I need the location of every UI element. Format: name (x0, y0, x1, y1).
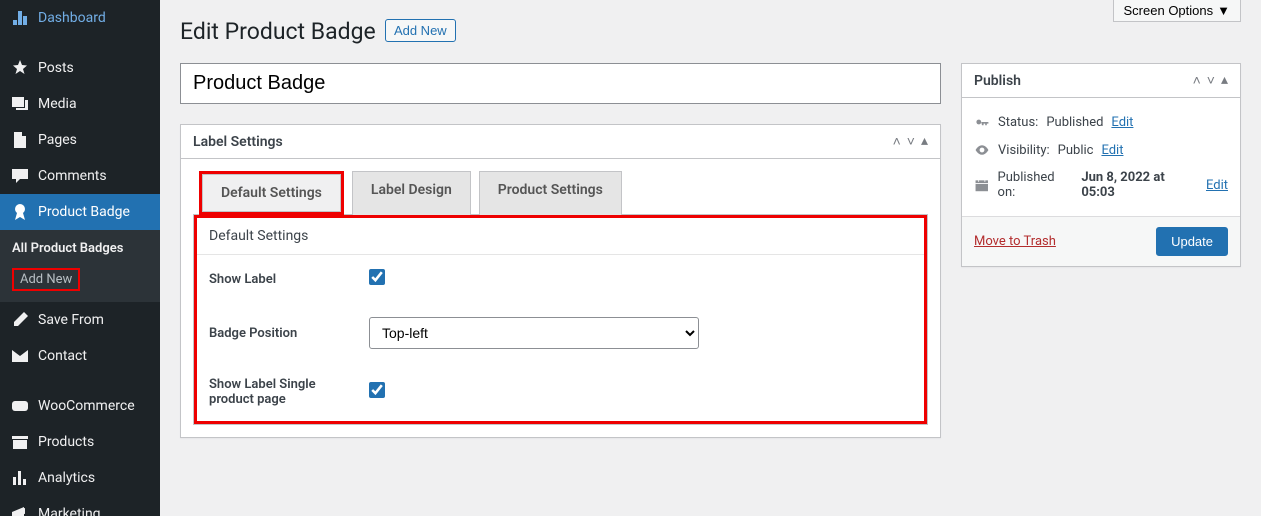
show-label-label: Show Label (209, 272, 349, 287)
label-settings-box: Label Settings ˄ ˅ ▴ Default Settings La… (180, 124, 941, 438)
post-title-input[interactable] (180, 63, 941, 104)
status-value: Published (1046, 115, 1103, 130)
sidebar-label: Media (38, 96, 77, 112)
sidebar-label: Contact (38, 348, 87, 364)
published-row: Published on: Jun 8, 2022 at 05:03 Edit (974, 164, 1228, 206)
tab-default-highlight: Default Settings (199, 171, 344, 215)
chevron-down-icon: ▼ (1217, 3, 1230, 18)
badge-position-select[interactable]: Top-left (369, 317, 699, 349)
chevron-up-icon[interactable]: ˄ (1193, 72, 1201, 89)
sidebar-item-marketing[interactable]: Marketing (0, 496, 160, 516)
calendar-icon (974, 177, 990, 193)
sidebar-item-contact[interactable]: Contact (0, 338, 160, 374)
sidebar-label: Product Badge (38, 204, 130, 220)
show-label-checkbox[interactable] (369, 269, 385, 285)
edit-date-link[interactable]: Edit (1206, 178, 1228, 193)
edit-status-link[interactable]: Edit (1111, 115, 1133, 130)
sidebar-item-product-badge[interactable]: Product Badge (0, 194, 160, 230)
status-row: Status: Published Edit (974, 108, 1228, 136)
tab-default-settings[interactable]: Default Settings (202, 174, 341, 212)
sidebar-label: WooCommerce (38, 398, 135, 414)
sidebar-label: Marketing (38, 506, 101, 516)
submenu-add-new[interactable]: Add New (0, 262, 160, 297)
status-label: Status: (998, 115, 1038, 130)
caret-up-icon[interactable]: ▴ (1221, 72, 1228, 89)
edit-icon (10, 310, 30, 330)
chart-icon (10, 468, 30, 488)
update-button[interactable]: Update (1156, 227, 1228, 256)
default-settings-highlight: Default Settings Show Label Badge Positi… (194, 215, 927, 424)
sidebar-item-comments[interactable]: Comments (0, 158, 160, 194)
mail-icon (10, 346, 30, 366)
sidebar-item-woocommerce[interactable]: WooCommerce (0, 388, 160, 424)
screen-options[interactable]: Screen Options ▼ (1113, 0, 1241, 22)
show-single-label: Show Label Single product page (209, 377, 349, 407)
pin-icon (10, 58, 30, 78)
sidebar-item-save-from[interactable]: Save From (0, 302, 160, 338)
woo-icon (10, 396, 30, 416)
visibility-row: Visibility: Public Edit (974, 136, 1228, 164)
award-icon (10, 202, 30, 222)
dashboard-icon (10, 8, 30, 28)
tab-label-design[interactable]: Label Design (352, 171, 471, 215)
comment-icon (10, 166, 30, 186)
sidebar-item-dashboard[interactable]: Dashboard (0, 0, 160, 36)
tab-product-settings[interactable]: Product Settings (479, 171, 622, 215)
sidebar-label: Pages (38, 132, 77, 148)
publish-box: Publish ˄ ˅ ▴ Status: Published Edit (961, 63, 1241, 267)
sidebar-label: Analytics (38, 470, 95, 486)
media-icon (10, 94, 30, 114)
published-label: Published on: (998, 170, 1074, 200)
chevron-up-icon[interactable]: ˄ (893, 133, 901, 150)
submenu-add-new-label: Add New (12, 268, 80, 291)
move-to-trash-link[interactable]: Move to Trash (974, 234, 1056, 249)
sidebar-item-products[interactable]: Products (0, 424, 160, 460)
sidebar-label: Comments (38, 168, 107, 184)
add-new-button[interactable]: Add New (385, 19, 456, 42)
eye-icon (974, 142, 990, 158)
sidebar-item-pages[interactable]: Pages (0, 122, 160, 158)
page-icon (10, 130, 30, 150)
submenu-all-badges[interactable]: All Product Badges (0, 235, 160, 262)
panel-title: Default Settings (197, 218, 924, 255)
sidebar-label: Products (38, 434, 94, 450)
sidebar-item-posts[interactable]: Posts (0, 50, 160, 86)
page-title: Edit Product Badge (180, 18, 376, 45)
screen-options-label: Screen Options (1124, 3, 1214, 18)
show-single-checkbox[interactable] (369, 382, 385, 398)
label-settings-title: Label Settings (193, 134, 283, 150)
chevron-down-icon[interactable]: ˅ (1207, 72, 1215, 89)
sidebar-label: Save From (38, 312, 104, 328)
sidebar-item-media[interactable]: Media (0, 86, 160, 122)
badge-position-label: Badge Position (209, 326, 349, 341)
visibility-value: Public (1058, 143, 1094, 158)
edit-visibility-link[interactable]: Edit (1101, 143, 1123, 158)
published-value: Jun 8, 2022 at 05:03 (1081, 170, 1198, 200)
sidebar-item-analytics[interactable]: Analytics (0, 460, 160, 496)
key-icon (974, 114, 990, 130)
sidebar-label: Dashboard (38, 10, 106, 26)
sidebar-submenu: All Product Badges Add New (0, 230, 160, 302)
sidebar-label: Posts (38, 60, 74, 76)
megaphone-icon (10, 504, 30, 516)
caret-up-icon[interactable]: ▴ (921, 133, 928, 150)
chevron-down-icon[interactable]: ˅ (907, 133, 915, 150)
archive-icon (10, 432, 30, 452)
visibility-label: Visibility: (998, 143, 1050, 158)
publish-title: Publish (974, 73, 1021, 89)
